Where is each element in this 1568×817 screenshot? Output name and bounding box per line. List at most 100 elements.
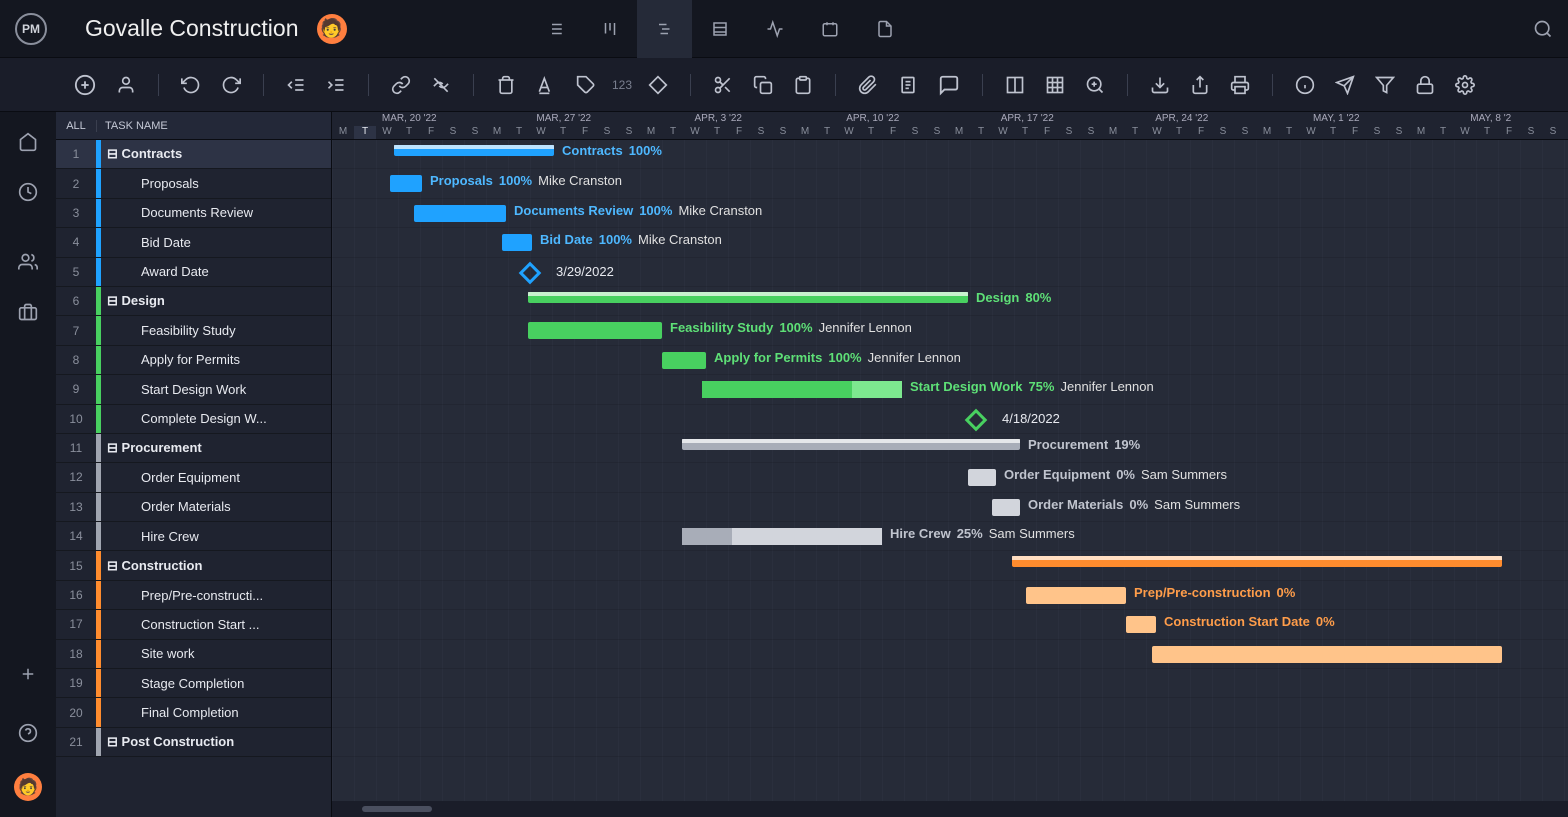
task-row[interactable]: 14Hire Crew xyxy=(56,522,331,551)
view-gantt-icon[interactable] xyxy=(637,0,692,58)
collapse-icon[interactable]: ⊟ xyxy=(107,440,118,455)
task-bar[interactable]: Prep/Pre-construction0% xyxy=(1026,587,1126,604)
info-icon[interactable] xyxy=(1291,71,1319,99)
attach-icon[interactable] xyxy=(854,71,882,99)
add-workspace-icon[interactable] xyxy=(19,665,37,683)
copy-icon[interactable] xyxy=(749,71,777,99)
collapse-icon[interactable]: ⊟ xyxy=(107,146,118,161)
gantt-body[interactable]: Contracts100% Proposals100%Mike Cranston D… xyxy=(332,140,1568,817)
task-row[interactable]: 20Final Completion xyxy=(56,698,331,727)
task-name: ⊟ Contracts xyxy=(101,146,331,162)
export-icon[interactable] xyxy=(1146,71,1174,99)
briefcase-icon[interactable] xyxy=(18,302,38,322)
task-row[interactable]: 11⊟ Procurement xyxy=(56,434,331,463)
assign-icon[interactable] xyxy=(112,71,140,99)
filter-icon[interactable] xyxy=(1371,71,1399,99)
redo-icon[interactable] xyxy=(217,71,245,99)
collapse-icon[interactable]: ⊟ xyxy=(107,558,118,573)
outdent-icon[interactable] xyxy=(282,71,310,99)
task-row[interactable]: 10Complete Design W... xyxy=(56,405,331,434)
view-list-icon[interactable] xyxy=(527,0,582,58)
collapse-icon[interactable]: ⊟ xyxy=(107,293,118,308)
task-bar[interactable]: Bid Date100%Mike Cranston xyxy=(502,234,532,251)
task-row[interactable]: 1⊟ Contracts xyxy=(56,140,331,169)
task-row[interactable]: 16Prep/Pre-constructi... xyxy=(56,581,331,610)
task-row[interactable]: 8Apply for Permits xyxy=(56,346,331,375)
home-icon[interactable] xyxy=(18,132,38,152)
collapse-icon[interactable]: ⊟ xyxy=(107,734,118,749)
share-icon[interactable] xyxy=(1186,71,1214,99)
task-row[interactable]: 6⊟ Design xyxy=(56,287,331,316)
cut-icon[interactable] xyxy=(709,71,737,99)
settings-icon[interactable] xyxy=(1451,71,1479,99)
task-bar[interactable]: Construction Start Date0% xyxy=(1126,616,1156,633)
summary-bar[interactable]: Contracts100% xyxy=(394,145,554,156)
delete-icon[interactable] xyxy=(492,71,520,99)
search-icon[interactable] xyxy=(1533,19,1553,39)
milestone-marker[interactable] xyxy=(519,261,542,284)
task-row[interactable]: 7Feasibility Study xyxy=(56,316,331,345)
day-label: S xyxy=(1520,126,1542,140)
task-bar[interactable]: Order Equipment0%Sam Summers xyxy=(968,469,996,486)
task-bar[interactable]: Hire Crew25%Sam Summers xyxy=(682,528,882,545)
number-format-label[interactable]: 123 xyxy=(612,78,632,92)
task-bar[interactable]: Feasibility Study100%Jennifer Lennon xyxy=(528,322,662,339)
task-row[interactable]: 21⊟ Post Construction xyxy=(56,728,331,757)
add-icon[interactable] xyxy=(70,70,100,100)
day-label: F xyxy=(574,126,596,140)
zoom-icon[interactable] xyxy=(1081,71,1109,99)
view-board-icon[interactable] xyxy=(582,0,637,58)
task-row[interactable]: 19Stage Completion xyxy=(56,669,331,698)
column-task-name[interactable]: TASK NAME xyxy=(96,120,168,132)
task-bar[interactable]: Order Materials0%Sam Summers xyxy=(992,499,1020,516)
send-icon[interactable] xyxy=(1331,71,1359,99)
notes-icon[interactable] xyxy=(894,71,922,99)
paste-icon[interactable] xyxy=(789,71,817,99)
view-calendar-icon[interactable] xyxy=(802,0,857,58)
indent-icon[interactable] xyxy=(322,71,350,99)
help-icon[interactable] xyxy=(18,723,38,743)
undo-icon[interactable] xyxy=(177,71,205,99)
columns-icon[interactable] xyxy=(1001,71,1029,99)
task-row[interactable]: 17Construction Start ... xyxy=(56,610,331,639)
task-bar[interactable]: Proposals100%Mike Cranston xyxy=(390,175,422,192)
task-bar[interactable]: Documents Review100%Mike Cranston xyxy=(414,205,506,222)
app-logo[interactable]: PM xyxy=(15,13,47,45)
task-bar[interactable]: Start Design Work75%Jennifer Lennon xyxy=(702,381,902,398)
task-row[interactable]: 12Order Equipment xyxy=(56,463,331,492)
horizontal-scrollbar[interactable] xyxy=(332,801,1568,817)
view-files-icon[interactable] xyxy=(857,0,912,58)
task-row[interactable]: 9Start Design Work xyxy=(56,375,331,404)
task-row[interactable]: 3Documents Review xyxy=(56,199,331,228)
week-label: MAY, 8 '2 xyxy=(1414,112,1568,126)
team-icon[interactable] xyxy=(18,252,38,272)
task-row[interactable]: 13Order Materials xyxy=(56,493,331,522)
task-bar[interactable]: Apply for Permits100%Jennifer Lennon xyxy=(662,352,706,369)
task-row[interactable]: 18Site work xyxy=(56,640,331,669)
task-row[interactable]: 4Bid Date xyxy=(56,228,331,257)
milestone-icon[interactable] xyxy=(644,71,672,99)
user-avatar-icon[interactable]: 🧑 xyxy=(14,773,42,801)
view-activity-icon[interactable] xyxy=(747,0,802,58)
recent-icon[interactable] xyxy=(18,182,38,202)
summary-bar[interactable] xyxy=(1012,556,1502,567)
link-icon[interactable] xyxy=(387,71,415,99)
scrollbar-thumb[interactable] xyxy=(362,806,432,812)
unlink-icon[interactable] xyxy=(427,71,455,99)
column-all[interactable]: ALL xyxy=(56,120,96,132)
task-bar[interactable] xyxy=(1152,646,1502,663)
milestone-marker[interactable] xyxy=(965,408,988,431)
task-row[interactable]: 2Proposals xyxy=(56,169,331,198)
print-icon[interactable] xyxy=(1226,71,1254,99)
task-row[interactable]: 5Award Date xyxy=(56,258,331,287)
font-icon[interactable] xyxy=(532,71,560,99)
summary-bar[interactable]: Procurement19% xyxy=(682,439,1020,450)
lock-icon[interactable] xyxy=(1411,71,1439,99)
comment-icon[interactable] xyxy=(934,70,964,100)
tag-icon[interactable] xyxy=(572,71,600,99)
project-avatar[interactable]: 🧑 xyxy=(317,14,347,44)
view-sheet-icon[interactable] xyxy=(692,0,747,58)
summary-bar[interactable]: Design80% xyxy=(528,292,968,303)
grid-icon[interactable] xyxy=(1041,71,1069,99)
task-row[interactable]: 15⊟ Construction xyxy=(56,551,331,580)
